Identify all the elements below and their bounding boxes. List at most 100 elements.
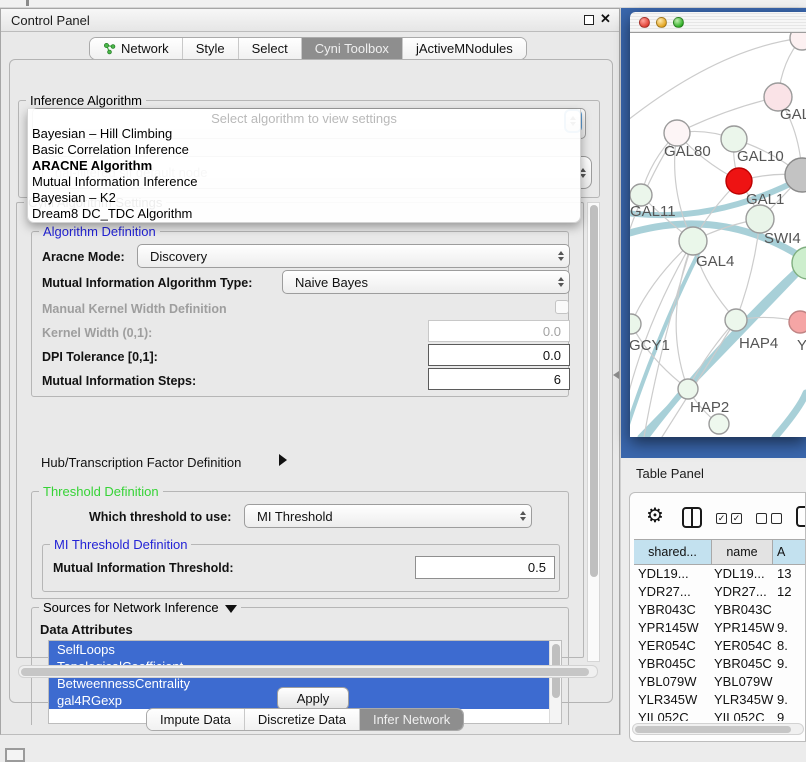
table-row[interactable]: YDR27...YDR27...12: [630, 584, 806, 602]
show-columns-icon[interactable]: [682, 507, 702, 528]
manual-kernel-checkbox[interactable]: [555, 300, 569, 314]
aracne-mode-select[interactable]: Discovery: [137, 244, 570, 268]
dpi-tolerance-input[interactable]: 0.0: [428, 344, 570, 366]
network-icon: [103, 42, 116, 55]
network-node-gcy1[interactable]: [630, 314, 641, 334]
network-node-hap4[interactable]: [725, 309, 747, 331]
network-node[interactable]: [790, 33, 806, 50]
algorithm-menu-item[interactable]: Bayesian – Hill Climbing: [32, 126, 572, 142]
algorithm-menu-item[interactable]: ARACNE Algorithm: [32, 158, 572, 174]
minimize-traffic-light[interactable]: [656, 17, 667, 28]
tab-cyni-toolbox[interactable]: Cyni Toolbox: [302, 38, 403, 59]
tab-infer-network[interactable]: Infer Network: [360, 709, 463, 730]
network-node-label: GAL80: [664, 143, 711, 160]
column-header-a[interactable]: A: [773, 539, 806, 565]
list-item[interactable]: SelfLoops: [49, 641, 549, 658]
collapse-left-icon[interactable]: [613, 371, 619, 379]
table-row[interactable]: YBL079WYBL079W: [630, 674, 806, 692]
table-cell: YER054C: [630, 638, 712, 656]
table-cell: YLR345W: [712, 692, 774, 710]
scrollbar-thumb[interactable]: [21, 668, 589, 676]
aracne-mode-stepper[interactable]: [552, 245, 569, 267]
network-node-hap2[interactable]: [678, 379, 698, 399]
close-traffic-light[interactable]: [639, 17, 650, 28]
network-node-swi4[interactable]: [746, 205, 774, 233]
control-panel-titlebar[interactable]: Control Panel ✕: [1, 9, 619, 32]
table-cell: 12: [774, 584, 806, 602]
hub-tf-definition-label[interactable]: Hub/Transcription Factor Definition: [41, 455, 241, 470]
column-header-shared[interactable]: shared...: [634, 539, 712, 565]
network-window-titlebar[interactable]: [630, 12, 806, 33]
table-row[interactable]: YER054CYER054C8.: [630, 638, 806, 656]
table-panel: ⚙ ✓ ✓ shared... name A YDL19...YDL19...1…: [629, 492, 806, 742]
table-row[interactable]: YBR045CYBR045C9.: [630, 656, 806, 674]
table-cell: 9.: [774, 656, 806, 674]
deselect-all-checkbox-icon[interactable]: [756, 513, 767, 524]
which-threshold-select[interactable]: MI Threshold: [244, 504, 532, 528]
algorithm-definition-legend: Algorithm Definition: [39, 224, 160, 239]
zoom-traffic-light[interactable]: [673, 17, 684, 28]
algorithm-menu-item[interactable]: Dream8 DC_TDC Algorithm: [32, 206, 572, 222]
settings-gear-icon[interactable]: ⚙: [646, 506, 664, 526]
tab-network[interactable]: Network: [90, 38, 183, 59]
tab-discretize-data-label: Discretize Data: [258, 712, 346, 727]
threshold-definition-group: Threshold Definition Which threshold to …: [31, 491, 569, 599]
float-window-icon[interactable]: [584, 15, 594, 25]
table-cell: YDR27...: [712, 584, 774, 602]
table-row[interactable]: YBR043CYBR043C: [630, 602, 806, 620]
network-edge[interactable]: [676, 241, 693, 389]
deselect-all-checkbox-icon[interactable]: [771, 513, 782, 524]
manual-kernel-label: Manual Kernel Width Definition: [42, 302, 227, 316]
algorithm-menu-item[interactable]: Mutual Information Inference: [32, 174, 572, 190]
network-view-window: GALGAL80GAL10GAL1GAL11SWI4GAL4GCY1HAP4YH…: [630, 12, 806, 437]
table-row[interactable]: YIL052CYIL052C9: [630, 710, 806, 721]
settings-horizontal-scrollbar[interactable]: [18, 665, 598, 678]
table-row[interactable]: YLR345WYLR345W9.: [630, 692, 806, 710]
mi-type-stepper[interactable]: [552, 271, 569, 293]
spinner-down-icon: [520, 517, 526, 521]
network-node-label: GAL4: [696, 253, 734, 270]
settings-vertical-scrollbar[interactable]: [587, 202, 600, 662]
tab-impute-data[interactable]: Impute Data: [147, 709, 245, 730]
aracne-mode-label: Aracne Mode:: [42, 250, 125, 264]
collapse-down-icon[interactable]: [225, 605, 237, 613]
control-panel-title: Control Panel: [11, 13, 90, 28]
spinner-up-icon: [558, 277, 564, 281]
function-builder-icon[interactable]: [796, 506, 806, 527]
tab-select[interactable]: Select: [239, 38, 302, 59]
mi-threshold-input[interactable]: 0.5: [415, 556, 555, 579]
tab-jactivemnodules[interactable]: jActiveMNodules: [403, 38, 526, 59]
tab-discretize-data[interactable]: Discretize Data: [245, 709, 360, 730]
which-threshold-stepper[interactable]: [514, 505, 531, 527]
column-header-name[interactable]: name: [712, 539, 773, 565]
close-icon[interactable]: ✕: [600, 11, 611, 27]
table-cell: YDL19...: [630, 566, 712, 584]
tab-style[interactable]: Style: [183, 38, 239, 59]
network-node-gal4[interactable]: [679, 227, 707, 255]
select-all-checkbox-icon[interactable]: ✓: [731, 513, 742, 524]
network-edge[interactable]: [775, 393, 806, 437]
select-all-checkbox-icon[interactable]: ✓: [716, 513, 727, 524]
apply-button[interactable]: Apply: [277, 687, 349, 710]
kernel-width-input[interactable]: 0.0: [428, 320, 570, 342]
expand-right-icon[interactable]: [279, 454, 287, 466]
apply-button-label: Apply: [297, 691, 330, 706]
cyni-toolbox-panel: Inference Algorithm gal-filtered sif def…: [9, 59, 613, 703]
scrollbar-thumb[interactable]: [635, 726, 791, 733]
list-vertical-scrollbar[interactable]: [549, 641, 561, 724]
algorithm-menu-item[interactable]: Basic Correlation Inference: [32, 142, 572, 158]
mi-steps-input[interactable]: 6: [428, 368, 570, 390]
bottom-tabbar: Impute Data Discretize Data Infer Networ…: [146, 708, 464, 731]
minimized-panel-icon[interactable]: [5, 748, 25, 762]
network-node-y[interactable]: [789, 311, 806, 333]
mi-type-select[interactable]: Naive Bayes: [282, 270, 570, 294]
tab-infer-network-label: Infer Network: [373, 712, 450, 727]
table-horizontal-scrollbar[interactable]: [632, 723, 804, 735]
table-row[interactable]: YPR145WYPR145W9.: [630, 620, 806, 638]
network-node[interactable]: [709, 414, 729, 434]
table-cell: 9.: [774, 692, 806, 710]
algorithm-menu-item[interactable]: Bayesian – K2: [32, 190, 572, 206]
table-row[interactable]: YDL19...YDL19...13: [630, 566, 806, 584]
network-canvas[interactable]: GALGAL80GAL10GAL1GAL11SWI4GAL4GCY1HAP4YH…: [630, 33, 806, 437]
scrollbar-thumb[interactable]: [590, 205, 598, 577]
